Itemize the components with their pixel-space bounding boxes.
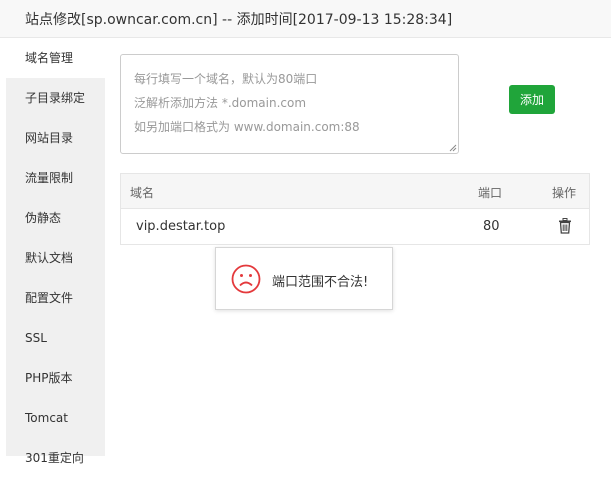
table-row: vip.destar.top 80 xyxy=(121,209,589,244)
domain-input[interactable]: 每行填写一个域名，默认为80端口 泛解析添加方法 *.domain.com 如另… xyxy=(120,54,459,154)
domain-table: 域名 端口 操作 vip.destar.top 80 xyxy=(120,173,590,245)
site-edit-dialog: 站点修改[sp.owncar.com.cn] -- 添加时间[2017-09-1… xyxy=(0,0,611,465)
table-header: 域名 端口 操作 xyxy=(121,174,589,209)
settings-sidebar: 域名管理 子目录绑定 网站目录 流量限制 伪静态 默认文档 配置文件 SSL P… xyxy=(6,38,105,465)
sidebar-item-tomcat[interactable]: Tomcat xyxy=(6,398,105,438)
sidebar-item-subdirectory-binding[interactable]: 子目录绑定 xyxy=(6,78,105,118)
sidebar-item-config-file[interactable]: 配置文件 xyxy=(6,278,105,318)
column-header-action: 操作 xyxy=(552,186,577,200)
sidebar-item-traffic-limit[interactable]: 流量限制 xyxy=(6,158,105,198)
sidebar-item-domain-management[interactable]: 域名管理 xyxy=(6,38,105,78)
dialog-titlebar: 站点修改[sp.owncar.com.cn] -- 添加时间[2017-09-1… xyxy=(0,0,611,38)
port-cell: 80 xyxy=(483,219,500,234)
domain-input-placeholder-line: 泛解析添加方法 *.domain.com xyxy=(134,96,307,110)
toast-message: 端口范围不合法! xyxy=(272,275,369,290)
domain-cell: vip.destar.top xyxy=(136,219,226,234)
column-header-port: 端口 xyxy=(478,186,503,200)
add-domain-button[interactable]: 添加 xyxy=(509,85,555,114)
domain-input-placeholder-line: 如另加端口格式为 www.domain.com:88 xyxy=(134,120,360,134)
sad-face-icon xyxy=(231,264,261,294)
column-header-domain: 域名 xyxy=(130,186,155,200)
sidebar-item-php-version[interactable]: PHP版本 xyxy=(6,358,105,398)
sidebar-item-301-redirect[interactable]: 301重定向 xyxy=(6,438,105,478)
sidebar-item-rewrite[interactable]: 伪静态 xyxy=(6,198,105,238)
sidebar-item-site-directory[interactable]: 网站目录 xyxy=(6,118,105,158)
domain-management-panel: 每行填写一个域名，默认为80端口 泛解析添加方法 *.domain.com 如另… xyxy=(105,38,611,456)
resize-grip-icon[interactable] xyxy=(449,144,457,152)
domain-input-placeholder-line: 每行填写一个域名，默认为80端口 xyxy=(134,72,318,86)
error-toast: 端口范围不合法! xyxy=(215,247,393,310)
trash-icon[interactable] xyxy=(558,218,572,234)
sidebar-item-default-document[interactable]: 默认文档 xyxy=(6,238,105,278)
sidebar-item-ssl[interactable]: SSL xyxy=(6,318,105,358)
dialog-title: 站点修改[sp.owncar.com.cn] -- 添加时间[2017-09-1… xyxy=(25,12,453,28)
